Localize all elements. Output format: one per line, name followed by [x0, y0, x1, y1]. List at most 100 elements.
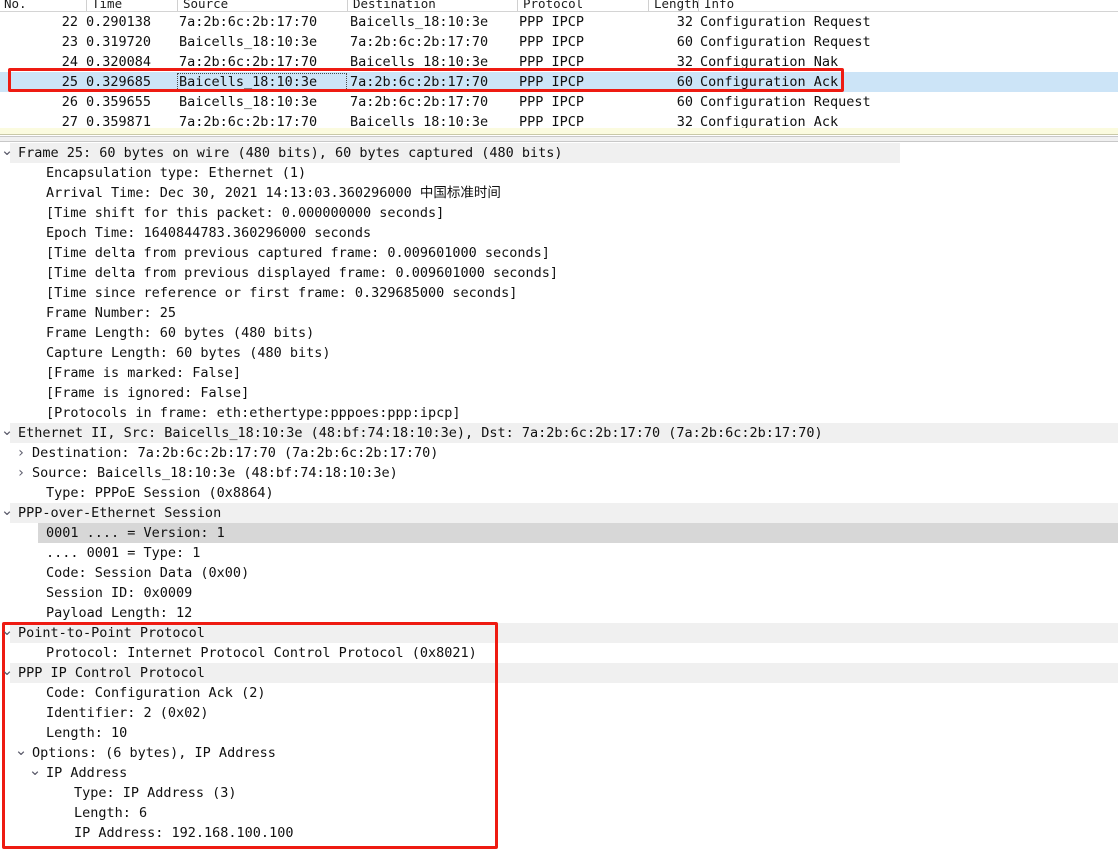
detail-tree-row[interactable]: Session ID: 0x0009	[0, 583, 1118, 603]
detail-tree-row[interactable]: ⌄ Point-to-Point Protocol	[0, 623, 1118, 643]
packet-list-body[interactable]: 22 0.290138 7a:2b:6c:2b:17:70 Baicells_18:1…	[0, 12, 1118, 128]
detail-tree-label: IP Address: 192.168.100.100	[74, 825, 294, 841]
detail-tree-row[interactable]: Type: IP Address (3)	[0, 783, 1118, 803]
detail-tree-label: Capture Length: 60 bytes (480 bits)	[46, 345, 331, 361]
column-header-source[interactable]: Source	[179, 0, 228, 11]
chevron-down-icon[interactable]: ⌄	[28, 763, 42, 783]
detail-tree-row[interactable]: Length: 10	[0, 723, 1118, 743]
pane-splitter[interactable]	[0, 136, 1118, 142]
chevron-down-icon[interactable]: ⌄	[0, 623, 14, 643]
detail-tree-row[interactable]: [Frame is ignored: False]	[0, 383, 1118, 403]
detail-tree-label: Identifier: 2 (0x02)	[46, 705, 209, 721]
packet-list-row[interactable]: 27 0.359871 7a:2b:6c:2b:17:70 Baicells_18:1…	[0, 112, 1118, 128]
chevron-right-icon[interactable]: ›	[14, 463, 28, 483]
packet-cell-info: Configuration Nak	[700, 54, 839, 70]
packet-list-row[interactable]: 25 0.329685 Baicells_18:10:3e 7a:2b:6c:2b:1…	[0, 72, 1118, 92]
detail-tree-row[interactable]: Payload Length: 12	[0, 603, 1118, 623]
column-header-time[interactable]: Time	[88, 0, 122, 11]
detail-tree-label: Frame Number: 25	[46, 305, 177, 321]
detail-tree-row[interactable]: ⌄ Options: (6 bytes), IP Address	[0, 743, 1118, 763]
column-divider[interactable]	[698, 0, 699, 11]
detail-tree-label: Type: IP Address (3)	[74, 785, 237, 801]
packet-cell-no: 26	[61, 94, 78, 110]
column-divider[interactable]	[648, 0, 649, 11]
packet-cell-length: 32	[676, 14, 693, 30]
detail-tree-row[interactable]: › Source: Baicells_18:10:3e (48:bf:74:18:…	[0, 463, 1118, 483]
column-header-no[interactable]: No.	[0, 0, 27, 11]
packet-cell-destination: Baicells_18:10:3e	[350, 114, 489, 128]
column-header-destination[interactable]: Destination	[349, 0, 436, 11]
packet-cell-source: Baicells_18:10:3e	[179, 34, 318, 50]
packet-detail-tree[interactable]: ⌄ Frame 25: 60 bytes on wire (480 bits), …	[0, 143, 1118, 843]
detail-tree-label: Protocol: Internet Protocol Control Prot…	[46, 645, 477, 661]
detail-tree-row[interactable]: ⌄ Ethernet II, Src: Baicells_18:10:3e (48…	[0, 423, 1118, 443]
column-header-length[interactable]: Length	[650, 0, 699, 11]
chevron-down-icon[interactable]: ⌄	[0, 423, 14, 443]
packet-cell-protocol: PPP IPCP	[519, 34, 585, 50]
detail-tree-row[interactable]: ⌄ Frame 25: 60 bytes on wire (480 bits), …	[0, 143, 1118, 163]
packet-cell-info: Configuration Request	[700, 94, 871, 110]
packet-detail-pane[interactable]: ⌄ Frame 25: 60 bytes on wire (480 bits), …	[0, 143, 1118, 865]
packet-list-pane[interactable]: No. Time Source Destination Protocol Len…	[0, 0, 1118, 128]
detail-tree-row[interactable]: .... 0001 = Type: 1	[0, 543, 1118, 563]
column-divider[interactable]	[86, 0, 87, 11]
packet-cell-info: Configuration Request	[700, 14, 871, 30]
detail-tree-label: Arrival Time: Dec 30, 2021 14:13:03.3602…	[46, 185, 501, 201]
detail-tree-row[interactable]: Length: 6	[0, 803, 1118, 823]
packet-cell-protocol: PPP IPCP	[519, 94, 585, 110]
detail-tree-label: PPP IP Control Protocol	[18, 665, 205, 681]
packet-cell-protocol: PPP IPCP	[519, 74, 585, 90]
column-divider[interactable]	[517, 0, 518, 11]
chevron-down-icon[interactable]: ⌄	[0, 663, 14, 683]
packet-list-header[interactable]: No. Time Source Destination Protocol Len…	[0, 0, 1118, 12]
packet-list-row[interactable]: 24 0.320084 7a:2b:6c:2b:17:70 Baicells_18:1…	[0, 52, 1118, 72]
packet-cell-source: 7a:2b:6c:2b:17:70	[179, 14, 318, 30]
detail-tree-label: [Time delta from previous captured frame…	[46, 245, 550, 261]
column-divider[interactable]	[347, 0, 348, 11]
detail-tree-row[interactable]: Arrival Time: Dec 30, 2021 14:13:03.3602…	[0, 183, 1118, 203]
column-header-info[interactable]: Info	[700, 0, 734, 11]
detail-tree-label: [Protocols in frame: eth:ethertype:pppoe…	[46, 405, 461, 421]
detail-tree-row[interactable]: [Protocols in frame: eth:ethertype:pppoe…	[0, 403, 1118, 423]
detail-tree-row[interactable]: [Time since reference or first frame: 0.…	[0, 283, 1118, 303]
detail-tree-row[interactable]: Epoch Time: 1640844783.360296000 seconds	[0, 223, 1118, 243]
packet-cell-info: Configuration Ack	[700, 74, 839, 90]
detail-tree-row[interactable]: [Time shift for this packet: 0.000000000…	[0, 203, 1118, 223]
detail-tree-row[interactable]: ⌄ IP Address	[0, 763, 1118, 783]
detail-tree-row[interactable]: › Destination: 7a:2b:6c:2b:17:70 (7a:2b:6…	[0, 443, 1118, 463]
packet-cell-source: Baicells_18:10:3e	[179, 74, 318, 90]
detail-tree-label: Type: PPPoE Session (0x8864)	[46, 485, 274, 501]
detail-tree-row[interactable]: Code: Session Data (0x00)	[0, 563, 1118, 583]
packet-list-row[interactable]: 26 0.359655 Baicells_18:10:3e 7a:2b:6c:2b:1…	[0, 92, 1118, 112]
detail-tree-row[interactable]: Capture Length: 60 bytes (480 bits)	[0, 343, 1118, 363]
chevron-down-icon[interactable]: ⌄	[0, 143, 14, 163]
chevron-down-icon[interactable]: ⌄	[14, 743, 28, 763]
detail-tree-row[interactable]: 0001 .... = Version: 1	[0, 523, 1118, 543]
detail-tree-row[interactable]: [Time delta from previous captured frame…	[0, 243, 1118, 263]
detail-tree-row[interactable]: Frame Length: 60 bytes (480 bits)	[0, 323, 1118, 343]
packet-cell-no: 23	[61, 34, 78, 50]
chevron-down-icon[interactable]: ⌄	[0, 503, 14, 523]
detail-tree-row[interactable]: Type: PPPoE Session (0x8864)	[0, 483, 1118, 503]
packet-list-row[interactable]: 23 0.319720 Baicells_18:10:3e 7a:2b:6c:2b:1…	[0, 32, 1118, 52]
detail-tree-row[interactable]: Frame Number: 25	[0, 303, 1118, 323]
display-filter-bar[interactable]	[0, 128, 1118, 135]
packet-cell-length: 32	[676, 114, 693, 128]
detail-tree-row[interactable]: Encapsulation type: Ethernet (1)	[0, 163, 1118, 183]
column-header-protocol[interactable]: Protocol	[519, 0, 583, 11]
detail-tree-row[interactable]: Code: Configuration Ack (2)	[0, 683, 1118, 703]
detail-tree-row[interactable]: ⌄ PPP IP Control Protocol	[0, 663, 1118, 683]
detail-tree-label: IP Address	[46, 765, 128, 781]
detail-tree-row[interactable]: Identifier: 2 (0x02)	[0, 703, 1118, 723]
column-divider[interactable]	[177, 0, 178, 11]
detail-tree-label: [Frame is ignored: False]	[46, 385, 250, 401]
packet-cell-protocol: PPP IPCP	[519, 54, 585, 70]
detail-tree-row[interactable]: [Time delta from previous displayed fram…	[0, 263, 1118, 283]
packet-list-row[interactable]: 22 0.290138 7a:2b:6c:2b:17:70 Baicells_18:1…	[0, 12, 1118, 32]
detail-tree-row[interactable]: [Frame is marked: False]	[0, 363, 1118, 383]
detail-tree-row[interactable]: Protocol: Internet Protocol Control Prot…	[0, 643, 1118, 663]
chevron-right-icon[interactable]: ›	[14, 443, 28, 463]
packet-cell-length: 60	[676, 34, 693, 50]
detail-tree-row[interactable]: ⌄ PPP-over-Ethernet Session	[0, 503, 1118, 523]
detail-tree-row[interactable]: IP Address: 192.168.100.100	[0, 823, 1118, 843]
